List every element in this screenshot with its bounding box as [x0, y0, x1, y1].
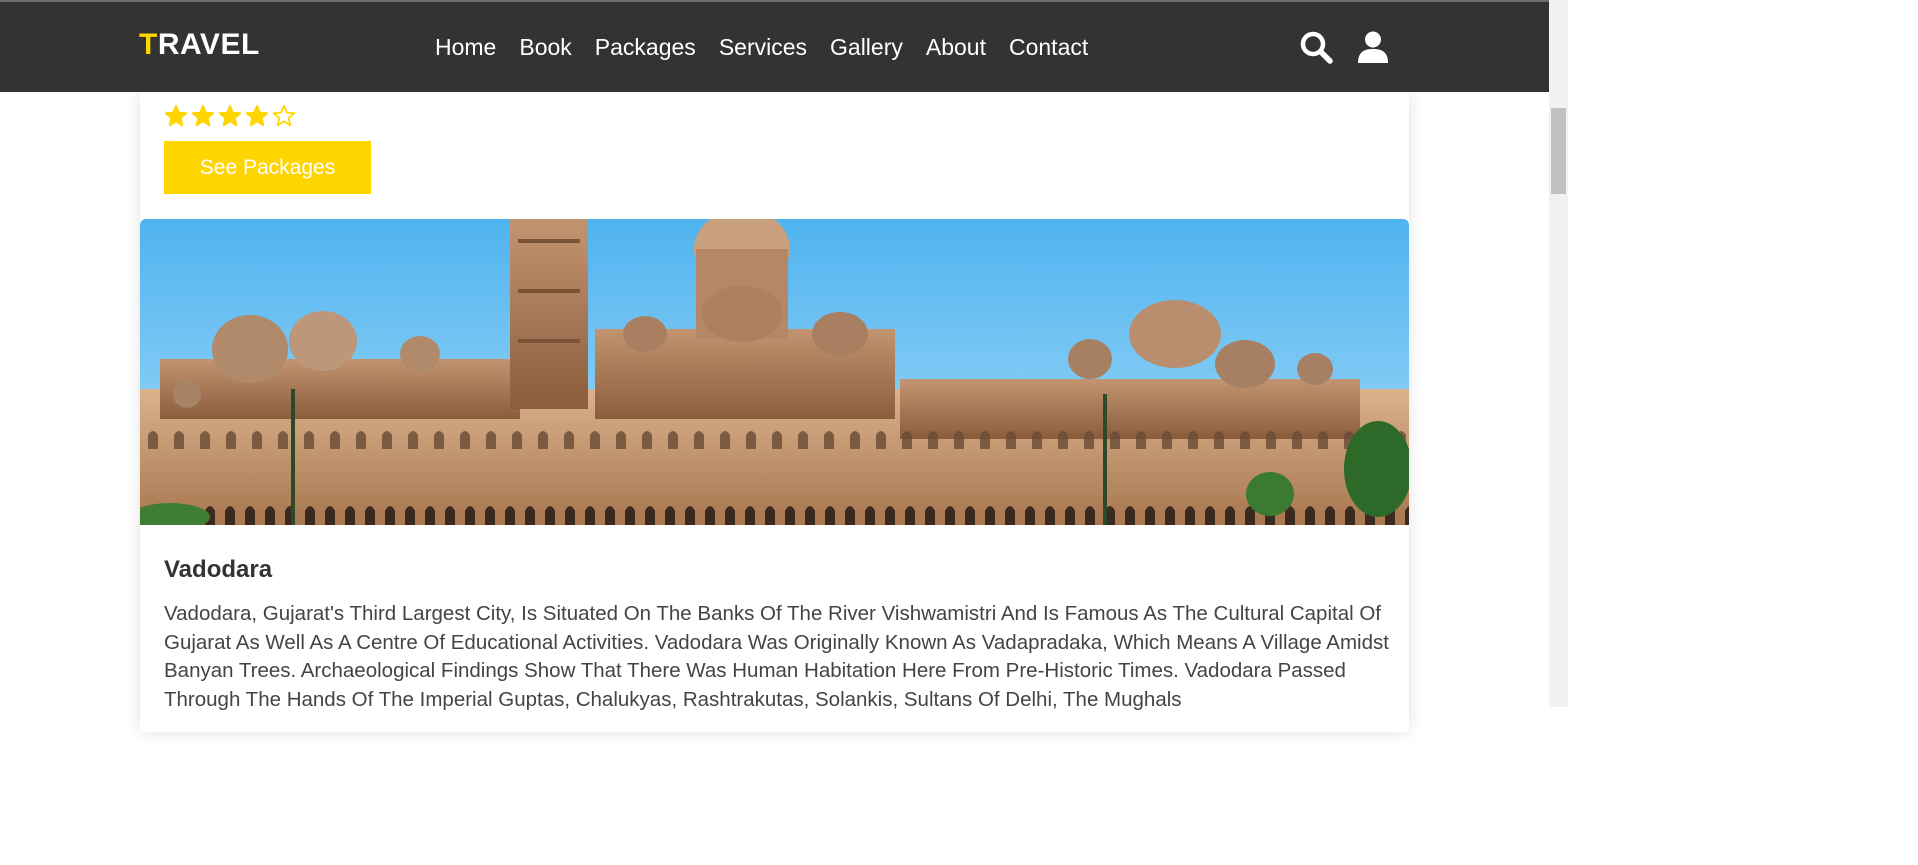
destination-title: Vadodara — [164, 556, 273, 583]
nav-link-book[interactable]: Book — [519, 32, 571, 62]
destination-description: Vadodara, Gujarat's Third Largest City, … — [164, 602, 1389, 711]
nav-link-gallery[interactable]: Gallery — [830, 32, 903, 62]
navbar: TRAVEL Home Book Packages Services Galle… — [0, 2, 1549, 92]
logo-accent-letter: T — [139, 28, 158, 61]
scrollbar[interactable] — [1549, 0, 1568, 707]
nav-link-contact[interactable]: Contact — [1009, 32, 1088, 62]
see-packages-button[interactable]: See Packages — [164, 141, 371, 194]
star-filled-icon — [164, 104, 188, 127]
user-icon[interactable] — [1356, 30, 1390, 64]
nav-link-services[interactable]: Services — [719, 32, 807, 62]
nav-links: Home Book Packages Services Gallery Abou… — [435, 32, 1088, 62]
star-empty-icon — [272, 104, 296, 127]
nav-link-home[interactable]: Home — [435, 32, 496, 62]
rating-stars — [164, 104, 296, 128]
star-filled-icon — [191, 104, 215, 127]
star-filled-icon — [245, 104, 269, 127]
logo-text: RAVEL — [157, 28, 260, 61]
destination-card: See Packages Vadodara Vadodara, Gujarat'… — [140, 92, 1409, 732]
star-filled-icon — [218, 104, 242, 127]
nav-link-about[interactable]: About — [926, 32, 986, 62]
search-icon[interactable] — [1299, 30, 1333, 64]
nav-link-packages[interactable]: Packages — [595, 32, 696, 62]
logo[interactable]: TRAVEL — [139, 28, 260, 62]
scrollbar-thumb[interactable] — [1551, 108, 1566, 194]
destination-image — [140, 219, 1409, 525]
